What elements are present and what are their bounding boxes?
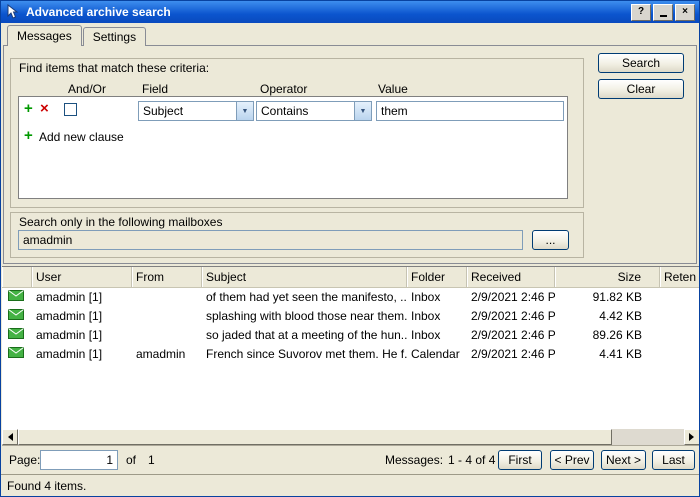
- criteria-panel: + × Subject ▼ Contains ▼ + Add new claus…: [18, 96, 568, 199]
- messages-tab-page: Find items that match these criteria: An…: [3, 45, 697, 264]
- column-label-field: Field: [142, 82, 168, 96]
- column-header-from[interactable]: From: [132, 267, 202, 287]
- cell-user: amadmin [1]: [32, 328, 132, 342]
- field-select[interactable]: Subject ▼: [138, 101, 254, 121]
- cell-user: amadmin [1]: [32, 290, 132, 304]
- cell-size: 4.41 KB: [555, 347, 660, 361]
- close-button[interactable]: ×: [675, 4, 695, 21]
- cell-folder: Inbox: [407, 328, 467, 342]
- message-icon: [2, 328, 32, 342]
- cell-subject: splashing with blood those near them.: [202, 309, 407, 323]
- column-header-size[interactable]: Size: [555, 267, 660, 287]
- first-page-button[interactable]: First: [498, 450, 542, 470]
- and-or-checkbox[interactable]: [64, 103, 77, 116]
- tab-messages[interactable]: Messages: [7, 25, 82, 46]
- scrollbar-track[interactable]: [612, 429, 684, 445]
- horizontal-scrollbar: [2, 429, 700, 445]
- page-input[interactable]: [40, 450, 118, 470]
- cell-received: 2/9/2021 2:46 PM: [467, 328, 555, 342]
- cell-size: 89.26 KB: [555, 328, 660, 342]
- field-select-value: Subject: [139, 104, 236, 118]
- remove-clause-icon[interactable]: ×: [40, 102, 49, 116]
- status-bar: Found 4 items.: [1, 474, 699, 496]
- results-list: User From Subject Folder Received Size R…: [2, 266, 700, 446]
- column-header-retention[interactable]: Reten: [660, 267, 700, 287]
- message-icon: [2, 309, 32, 323]
- message-icon: [2, 290, 32, 304]
- cell-size: 4.42 KB: [555, 309, 660, 323]
- clear-button[interactable]: Clear: [598, 79, 684, 99]
- chevron-down-icon[interactable]: ▼: [354, 102, 371, 120]
- title-bar[interactable]: Advanced archive search ? ×: [1, 1, 699, 23]
- mailboxes-group: Search only in the following mailboxes .…: [10, 212, 584, 258]
- add-new-clause-link[interactable]: Add new clause: [39, 130, 124, 144]
- column-header-folder[interactable]: Folder: [407, 267, 467, 287]
- column-header-user[interactable]: User: [32, 267, 132, 287]
- window-title: Advanced archive search: [26, 5, 631, 19]
- cell-subject: so jaded that at a meeting of the hun...: [202, 328, 407, 342]
- total-pages: 1: [148, 453, 155, 467]
- message-icon: [2, 347, 32, 361]
- cell-folder: Calendar: [407, 347, 467, 361]
- results-rows: amadmin [1] of them had yet seen the man…: [2, 287, 700, 363]
- minimize-button[interactable]: [653, 4, 673, 21]
- of-label: of: [126, 453, 136, 467]
- value-input[interactable]: [376, 101, 564, 121]
- scroll-left-button[interactable]: [2, 429, 18, 445]
- criteria-group-label: Find items that match these criteria:: [19, 61, 209, 75]
- scrollbar-thumb[interactable]: [18, 429, 612, 445]
- cell-folder: Inbox: [407, 290, 467, 304]
- chevron-down-icon[interactable]: ▼: [236, 102, 253, 120]
- cell-user: amadmin [1]: [32, 309, 132, 323]
- next-page-button[interactable]: Next >: [601, 450, 646, 470]
- cell-subject: French since Suvorov met them. He f...: [202, 347, 407, 361]
- table-row[interactable]: amadmin [1] of them had yet seen the man…: [2, 287, 700, 306]
- cell-received: 2/9/2021 2:46 PM: [467, 347, 555, 361]
- cell-user: amadmin [1]: [32, 347, 132, 361]
- scroll-right-button[interactable]: [684, 429, 700, 445]
- cell-size: 91.82 KB: [555, 290, 660, 304]
- cell-folder: Inbox: [407, 309, 467, 323]
- pagination-bar: Page: of 1 Messages: 1 - 4 of 4 First < …: [2, 447, 700, 474]
- app-icon: [5, 4, 21, 20]
- cell-received: 2/9/2021 2:46 PM: [467, 290, 555, 304]
- column-label-andor: And/Or: [68, 82, 106, 96]
- prev-page-button[interactable]: < Prev: [550, 450, 594, 470]
- advanced-archive-search-window: Advanced archive search ? × Messages Set…: [0, 0, 700, 497]
- messages-range: 1 - 4 of 4: [448, 453, 495, 467]
- cell-subject: of them had yet seen the manifesto, ...: [202, 290, 407, 304]
- table-row[interactable]: amadmin [1] amadmin French since Suvorov…: [2, 344, 700, 363]
- column-header-icon[interactable]: [2, 267, 32, 287]
- mailboxes-input[interactable]: [18, 230, 523, 250]
- column-header-received[interactable]: Received: [467, 267, 555, 287]
- minimize-icon: [660, 15, 667, 17]
- operator-select[interactable]: Contains ▼: [256, 101, 372, 121]
- browse-mailboxes-button[interactable]: ...: [532, 230, 569, 250]
- cell-from: amadmin: [132, 347, 202, 361]
- tab-strip: Messages Settings: [7, 25, 147, 46]
- cell-received: 2/9/2021 2:46 PM: [467, 309, 555, 323]
- triangle-right-icon: [689, 433, 698, 441]
- mailboxes-group-label: Search only in the following mailboxes: [19, 215, 222, 229]
- results-header-row: User From Subject Folder Received Size R…: [2, 267, 700, 288]
- last-page-button[interactable]: Last: [652, 450, 695, 470]
- column-label-value: Value: [378, 82, 408, 96]
- tab-settings[interactable]: Settings: [83, 27, 146, 46]
- page-label: Page:: [9, 453, 40, 467]
- criteria-group: Find items that match these criteria: An…: [10, 58, 584, 208]
- column-header-subject[interactable]: Subject: [202, 267, 407, 287]
- messages-label: Messages:: [385, 453, 443, 467]
- status-text: Found 4 items.: [7, 479, 86, 493]
- operator-select-value: Contains: [257, 104, 354, 118]
- column-label-operator: Operator: [260, 82, 307, 96]
- add-new-clause-icon[interactable]: +: [24, 129, 33, 143]
- search-button[interactable]: Search: [598, 53, 684, 73]
- help-button[interactable]: ?: [631, 4, 651, 21]
- table-row[interactable]: amadmin [1] so jaded that at a meeting o…: [2, 325, 700, 344]
- add-clause-icon[interactable]: +: [24, 102, 33, 116]
- table-row[interactable]: amadmin [1] splashing with blood those n…: [2, 306, 700, 325]
- triangle-left-icon: [4, 433, 13, 441]
